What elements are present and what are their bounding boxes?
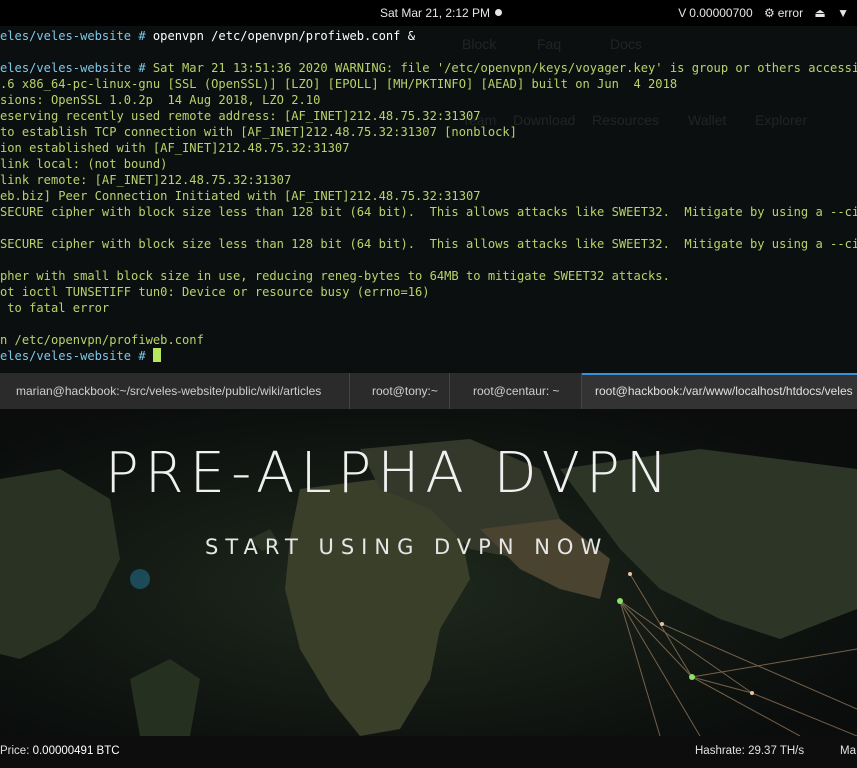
terminal-output-line: .6 x86_64-pc-linux-gnu [SSL (OpenSSL)] […	[0, 77, 678, 91]
terminal-output-line: link remote: [AF_INET]212.48.75.32:31307	[0, 173, 292, 187]
clock[interactable]: Sat Mar 21, 2:12 PM	[380, 6, 503, 20]
tab-label: marian@hackbook:~/src/veles-website/publ…	[16, 384, 322, 398]
tab-marian-articles[interactable]: marian@hackbook:~/src/veles-website/publ…	[0, 373, 350, 409]
prompt-command: Sat Mar 21 13:51:36 2020 WARNING: file '…	[152, 61, 857, 75]
tab-label: root@centaur: ~	[473, 384, 560, 398]
tab-root-centaur[interactable]: root@centaur: ~	[450, 373, 582, 409]
terminal-output-line: to fatal error	[0, 301, 110, 315]
prompt-path: eles/veles-website #	[0, 61, 153, 75]
terminal-cursor	[152, 348, 161, 362]
terminal-window[interactable]: Block Faq Docs Team Download Resources W…	[0, 26, 857, 373]
terminal-output-line: to establish TCP connection with [AF_INE…	[0, 125, 517, 139]
price-label: Price:	[0, 745, 33, 757]
hashrate-stat: Hashrate: 29.37 TH/s	[695, 745, 804, 757]
prompt-path: eles/veles-website #	[0, 29, 153, 43]
terminal-output-line: n /etc/openvpn/profiweb.conf	[0, 333, 204, 347]
prompt-path: eles/veles-website #	[0, 349, 153, 363]
stats-footer: Price: 0.00000491 BTC Hashrate: 29.37 TH…	[0, 736, 857, 768]
top-panel: Sat Mar 21, 2:12 PM V 0.00000700 ⚙ error ⏏…	[0, 0, 857, 26]
terminal-prompt-line: eles/veles-website # Sat Mar 21 13:51:36…	[0, 60, 857, 76]
hero-title: PRE-ALPHA DVPN	[105, 441, 674, 506]
chevron-down-icon[interactable]: ▼	[837, 6, 849, 20]
start-using-dvpn-link[interactable]: START USING DVPN NOW	[205, 535, 608, 559]
terminal-output: eles/veles-website # openvpn /etc/openvp…	[0, 28, 857, 364]
balance-value[interactable]: 0.00000700	[689, 6, 752, 20]
terminal-output-line: ion established with [AF_INET]212.48.75.…	[0, 141, 350, 155]
hashrate-label: Hashrate:	[695, 745, 749, 757]
dvpn-hero-banner: PRE-ALPHA DVPN START USING DVPN NOW	[0, 409, 857, 736]
notification-dot-icon	[495, 9, 503, 16]
footer-truncated-stat: Ma	[840, 745, 856, 757]
price-value: 0.00000491 BTC	[32, 745, 120, 757]
terminal-output-line: eserving recently used remote address: […	[0, 109, 481, 123]
system-tray: V 0.00000700 ⚙ error ⏏ ▼	[670, 6, 849, 20]
tab-root-tony[interactable]: root@tony:~	[350, 373, 450, 409]
terminal-prompt-line: eles/veles-website # openvpn /etc/openvp…	[0, 28, 857, 44]
terminal-output-line: ot ioctl TUNSETIFF tun0: Device or resou…	[0, 285, 430, 299]
prompt-command: openvpn /etc/openvpn/profiweb.conf &	[152, 29, 416, 43]
tab-root-hackbook-veles[interactable]: root@hackbook:/var/www/localhost/htdocs/…	[582, 373, 857, 409]
terminal-prompt-line: eles/veles-website #	[0, 348, 857, 364]
terminal-tab-bar: marian@hackbook:~/src/veles-website/publ…	[0, 373, 857, 409]
hashrate-value: 29.37 TH/s	[748, 745, 805, 757]
terminal-output-line: SECURE cipher with block size less than …	[0, 237, 857, 251]
network-status-icon: ⚙	[763, 6, 775, 20]
terminal-output-line: link local: (not bound)	[0, 157, 168, 171]
terminal-output-line: pher with small block size in use, reduc…	[0, 269, 670, 283]
tab-label: root@tony:~	[372, 384, 438, 398]
terminal-output-line: eb.biz] Peer Connection Initiated with […	[0, 189, 481, 203]
eject-icon[interactable]: ⏏	[814, 6, 825, 20]
network-status-label[interactable]: error	[778, 6, 803, 20]
terminal-output-line: SECURE cipher with block size less than …	[0, 205, 857, 219]
price-stat: Price: 0.00000491 BTC	[0, 745, 120, 757]
tab-label: root@hackbook:/var/www/localhost/htdocs/…	[595, 384, 853, 398]
veles-currency-icon: V	[678, 6, 687, 20]
clock-label: Sat Mar 21, 2:12 PM	[380, 6, 491, 20]
terminal-output-line: sions: OpenSSL 1.0.2p 14 Aug 2018, LZO 2…	[0, 93, 321, 107]
